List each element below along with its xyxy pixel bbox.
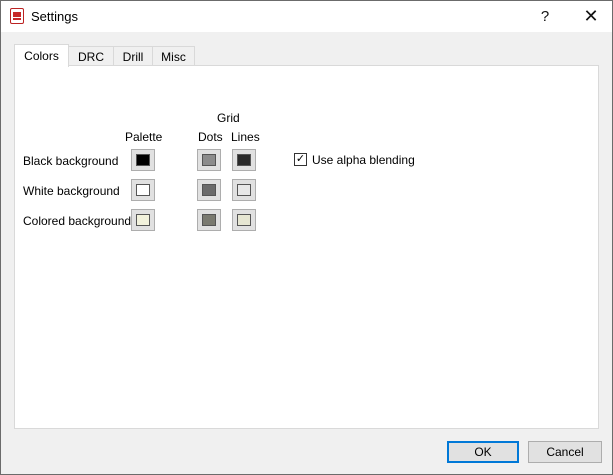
colored-background-label: Colored background (23, 214, 132, 228)
white-background-label: White background (23, 184, 120, 198)
colored-bg-lines-swatch[interactable] (232, 209, 256, 231)
help-button[interactable]: ? (525, 1, 565, 32)
colors-panel: Grid Palette Dots Lines Black background… (14, 65, 599, 429)
tab-misc[interactable]: Misc (152, 46, 195, 66)
alpha-blending-label: Use alpha blending (312, 153, 415, 167)
grid-header: Grid (217, 111, 240, 125)
dots-header: Dots (198, 130, 223, 144)
black-bg-palette-swatch[interactable] (131, 149, 155, 171)
swatch-fill (237, 184, 251, 196)
close-button[interactable]: ✕ (571, 1, 611, 32)
colored-bg-dots-swatch[interactable] (197, 209, 221, 231)
swatch-fill (237, 214, 251, 226)
colored-bg-palette-swatch[interactable] (131, 209, 155, 231)
swatch-fill (202, 214, 216, 226)
alpha-blending-checkbox[interactable]: ✓ (294, 153, 307, 166)
black-background-label: Black background (23, 154, 119, 168)
white-bg-lines-swatch[interactable] (232, 179, 256, 201)
lines-header: Lines (231, 130, 260, 144)
white-bg-dots-swatch[interactable] (197, 179, 221, 201)
swatch-fill (136, 214, 150, 226)
title-bar: Settings ? ✕ (1, 1, 612, 32)
black-bg-lines-swatch[interactable] (232, 149, 256, 171)
swatch-fill (237, 154, 251, 166)
tab-drc[interactable]: DRC (68, 46, 114, 66)
cancel-button[interactable]: Cancel (528, 441, 602, 463)
tab-drill[interactable]: Drill (113, 46, 153, 66)
swatch-fill (136, 154, 150, 166)
swatch-fill (202, 154, 216, 166)
white-bg-palette-swatch[interactable] (131, 179, 155, 201)
settings-dialog: Settings ? ✕ Colors DRC Drill Misc Grid … (0, 0, 613, 475)
app-icon (10, 8, 24, 24)
ok-button[interactable]: OK (447, 441, 519, 463)
swatch-fill (202, 184, 216, 196)
black-bg-dots-swatch[interactable] (197, 149, 221, 171)
window-title: Settings (31, 9, 78, 24)
tab-colors[interactable]: Colors (14, 44, 69, 67)
swatch-fill (136, 184, 150, 196)
palette-header: Palette (125, 130, 163, 144)
